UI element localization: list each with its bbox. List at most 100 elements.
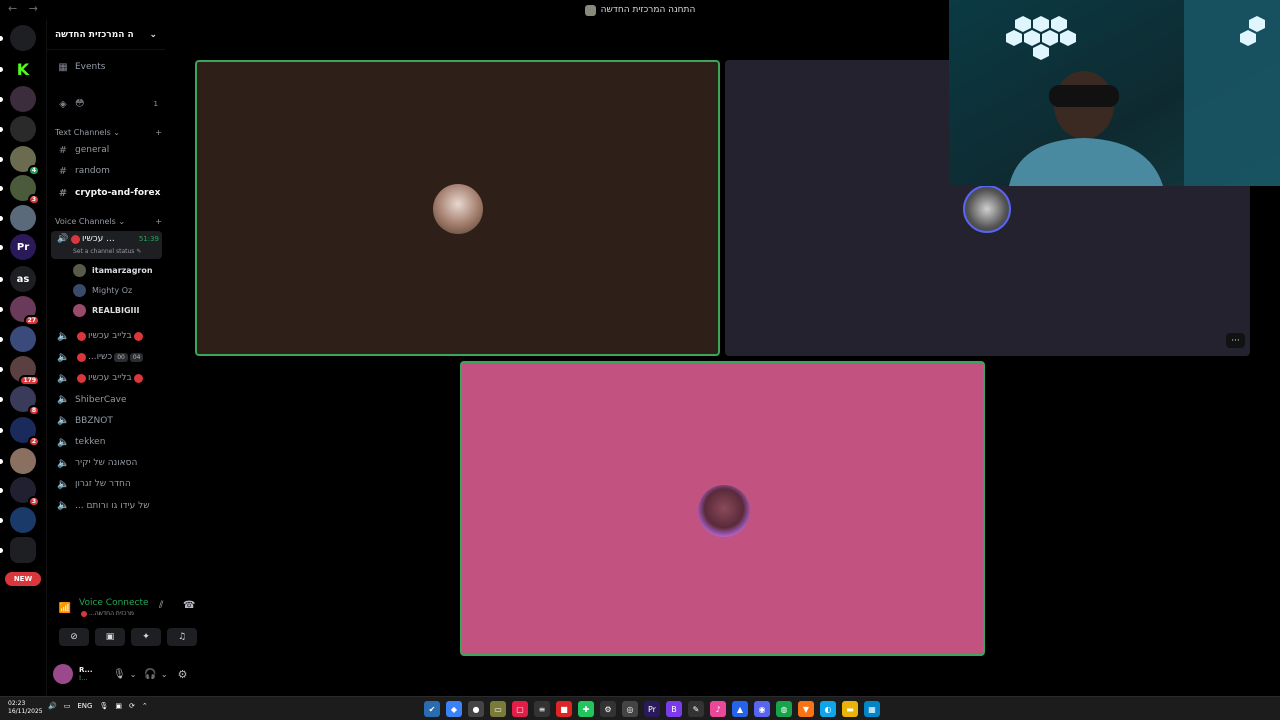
taskbar-app-chatgpt-icon[interactable]: ⚙	[600, 701, 616, 717]
taskbar-app-app-13-icon[interactable]: ✎	[688, 701, 704, 717]
voice-channel-item[interactable]: 🔈 בלייב עכשיו	[51, 369, 162, 387]
add-channel-icon[interactable]: +	[155, 217, 162, 226]
unread-pip	[0, 488, 3, 493]
taskbar-app-premiere-app-icon[interactable]: Pr	[644, 701, 660, 717]
server-icon-server-10[interactable]: 27	[0, 296, 40, 326]
screen-share-button[interactable]: ▣	[95, 628, 125, 646]
server-icon-server-11[interactable]	[0, 326, 36, 352]
events-item[interactable]: ▦ Events	[51, 58, 162, 76]
taskbar-app-app-5-icon[interactable]: ▢	[512, 701, 528, 717]
headphones-icon[interactable]: 🎧	[144, 669, 156, 680]
server-icon-kick[interactable]: K	[0, 56, 36, 82]
participant-tile[interactable]	[195, 60, 720, 356]
taskbar-app-store-icon[interactable]: ▦	[864, 701, 880, 717]
server-icon-server-16[interactable]: 3	[0, 477, 40, 507]
server-icon-server-12[interactable]: 179	[0, 356, 40, 386]
taskbar-app-explorer-icon[interactable]: ▬	[842, 701, 858, 717]
add-channel-icon[interactable]: +	[155, 128, 162, 137]
taskbar-app-discord-app-icon[interactable]: ◉	[754, 701, 770, 717]
volume-icon[interactable]: 🔊	[48, 702, 57, 710]
taskbar-app-app-8-icon[interactable]: ✚	[578, 701, 594, 717]
server-icon-server-as[interactable]: as	[0, 266, 36, 292]
server-icon-folder[interactable]	[0, 537, 36, 563]
server-icon-server-5[interactable]: 4	[0, 146, 40, 176]
camera-toggle-button[interactable]: ⊘	[59, 628, 89, 646]
taskbar-app-brave-icon[interactable]: ▼	[798, 701, 814, 717]
server-icon-server-3[interactable]	[0, 86, 36, 112]
server-icon-server-4[interactable]	[0, 116, 36, 142]
taskbar-app-chrome-icon[interactable]: ◍	[776, 701, 792, 717]
voice-channel-link[interactable]: ...מרכזית החדשה	[79, 610, 134, 617]
taskbar-app-app-2-icon[interactable]: ◆	[446, 701, 462, 717]
taskbar-app-edge-icon[interactable]: ◐	[820, 701, 836, 717]
microphone-icon[interactable]: 🎙	[99, 702, 108, 710]
voice-member[interactable]: REALBIGIII	[73, 302, 162, 318]
voice-member[interactable]: itamarzagron	[73, 262, 162, 278]
voice-channels-category[interactable]: Voice Channels ⌄ +	[55, 217, 162, 226]
taskbar-clock[interactable]: 02:23 16/11/2025	[8, 700, 43, 716]
taskbar-app-app-3-icon[interactable]: ●	[468, 701, 484, 717]
voice-status[interactable]: Voice Connecte	[79, 598, 149, 608]
channel-general[interactable]: # general	[51, 141, 162, 159]
signal-icon[interactable]: 📶	[53, 596, 77, 620]
server-icon-server-14[interactable]: 2	[0, 417, 40, 447]
system-tray: 🔊 ▭ ENG 🎙 ▣ ⟳ ⌃	[48, 702, 148, 710]
chevron-down-icon[interactable]: ⌄	[161, 670, 168, 679]
server-label: as	[16, 273, 30, 285]
voice-channel-item[interactable]: 🔈 tekken	[51, 433, 162, 451]
taskbar-app-app-6-icon[interactable]: ≡	[534, 701, 550, 717]
server-icon-home[interactable]	[0, 25, 36, 51]
avatar[interactable]	[53, 664, 73, 684]
voice-channel-item[interactable]: 🔈 הסאונה של יקיר	[51, 454, 162, 472]
user-info[interactable]: R... I...	[79, 666, 103, 682]
taskbar-app-music-icon[interactable]: ♪	[710, 701, 726, 717]
back-arrow-icon[interactable]: ←	[8, 2, 21, 15]
member-name: REALBIGIII	[92, 305, 140, 315]
voice-channel-item[interactable]: 🔈 החדר של זגרון	[51, 475, 162, 493]
chevron-up-icon[interactable]: ⌃	[142, 702, 148, 710]
more-options-button[interactable]: ···	[1226, 333, 1245, 348]
text-channels-category[interactable]: Text Channels ⌄ +	[55, 128, 162, 137]
server-icon-server-13[interactable]: 8	[0, 386, 40, 416]
chevron-down-icon[interactable]: ⌄	[130, 670, 137, 679]
taskbar-app-app-4-icon[interactable]: ▭	[490, 701, 506, 717]
taskbar-app-app-15-icon[interactable]: ▲	[732, 701, 748, 717]
disconnect-icon[interactable]: ☎	[183, 600, 195, 611]
channel-crypto-and-forex[interactable]: # crypto-and-forex	[51, 184, 162, 202]
voice-member[interactable]: Mighty Oz	[73, 282, 162, 298]
channel-status-hint[interactable]: Set a channel status ✎	[73, 248, 141, 255]
activities-button[interactable]: ✦	[131, 628, 161, 646]
voice-channel-item[interactable]: 🔈 ...כשיו 00 04	[51, 348, 162, 366]
forward-arrow-icon[interactable]: →	[29, 2, 42, 15]
gear-icon[interactable]: ⚙	[178, 668, 188, 681]
participant-tile[interactable]	[460, 361, 985, 656]
taskbar-app-app-12-icon[interactable]: B	[666, 701, 682, 717]
guild-header[interactable]: ה המרכזית החדשה ⌄	[47, 20, 165, 50]
language-indicator[interactable]: ENG	[77, 702, 92, 710]
server-icon-server-15[interactable]	[0, 448, 36, 474]
microphone-icon[interactable]: 🎙	[113, 669, 126, 680]
server-icon-server-6[interactable]: 3	[0, 175, 40, 205]
active-voice-channel[interactable]: 🔊 עכשיו ... 51:39 Set a channel status ✎	[51, 231, 162, 259]
voice-channel-item[interactable]: 🔈 ShiberCave	[51, 391, 162, 409]
taskbar-app-check-icon[interactable]: ✔	[424, 701, 440, 717]
new-badge[interactable]: NEW	[5, 572, 41, 586]
voice-channel-item[interactable]: 🔈 BBZNOT	[51, 412, 162, 430]
taskbar-app-app-10-icon[interactable]: ◎	[622, 701, 638, 717]
tray-app-icon[interactable]: ▣	[115, 702, 122, 710]
voice-channel-item[interactable]: 🔈 בלייב עכשיו	[51, 327, 162, 345]
tray-app-icon[interactable]: ⟳	[129, 702, 135, 710]
channel-label: ... של עידו גו ורותם	[75, 500, 150, 511]
network-icon[interactable]: ▭	[64, 702, 71, 710]
noise-suppression-icon[interactable]: ⫽	[159, 600, 163, 611]
server-icon-server-17[interactable]	[0, 507, 36, 533]
unread-pip	[0, 367, 3, 372]
server-label: K	[16, 59, 30, 79]
boost-item[interactable]: ◈ 😳 1	[51, 95, 162, 113]
server-icon-server-7[interactable]	[0, 205, 36, 231]
channel-random[interactable]: # random	[51, 162, 162, 180]
soundboard-button[interactable]: ♫	[167, 628, 197, 646]
server-icon-premiere[interactable]: Pr	[0, 234, 36, 260]
taskbar-app-app-7-icon[interactable]: ■	[556, 701, 572, 717]
voice-channel-item[interactable]: 🔈 ... של עידו גו ורותם	[51, 497, 162, 515]
